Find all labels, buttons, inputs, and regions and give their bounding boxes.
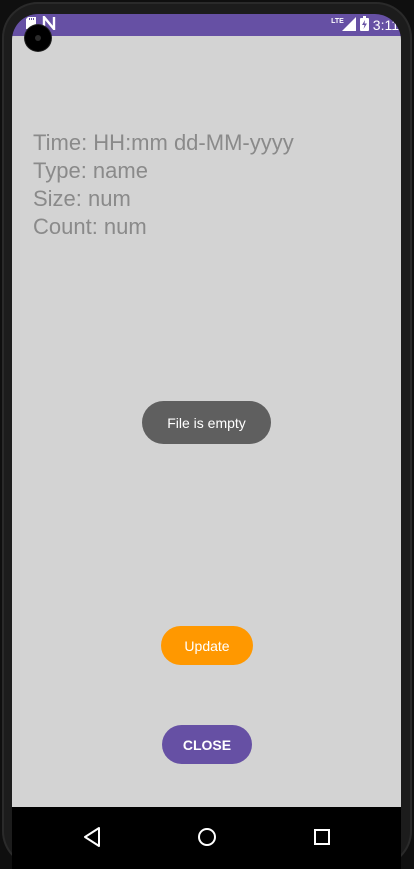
navigation-bar <box>12 807 401 869</box>
app-content: Time: HH:mm dd-MM-yyyy Type: name Size: … <box>12 36 401 807</box>
recents-icon[interactable] <box>302 817 342 857</box>
file-info: Time: HH:mm dd-MM-yyyy Type: name Size: … <box>33 129 294 241</box>
network-type-label: LTE <box>331 17 344 25</box>
type-line: Type: name <box>33 158 148 183</box>
battery-charging-icon <box>359 16 369 34</box>
front-camera <box>25 25 51 51</box>
home-icon[interactable] <box>187 817 227 857</box>
device-frame: LTE 3:11 Time: HH:mm dd-MM-yyyy Type: na… <box>0 0 414 869</box>
back-icon[interactable] <box>72 817 112 857</box>
screen: LTE 3:11 Time: HH:mm dd-MM-yyyy Type: na… <box>12 14 401 869</box>
status-time: 3:11 <box>372 17 399 33</box>
status-right: LTE 3:11 <box>331 16 401 34</box>
update-button[interactable]: Update <box>161 626 253 665</box>
status-bar: LTE 3:11 <box>12 14 401 36</box>
time-line: Time: HH:mm dd-MM-yyyy <box>33 130 294 155</box>
toast-message: File is empty <box>142 401 271 444</box>
close-button[interactable]: CLOSE <box>162 725 252 764</box>
count-line: Count: num <box>33 214 147 239</box>
size-line: Size: num <box>33 186 131 211</box>
